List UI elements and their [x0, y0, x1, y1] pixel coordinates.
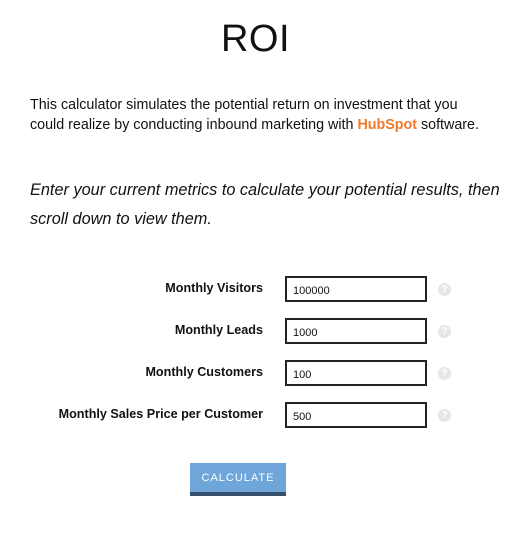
intro-text: This calculator simulates the potential … — [30, 95, 490, 135]
hubspot-link[interactable]: HubSpot — [357, 117, 417, 133]
intro-text-end: software. — [417, 117, 479, 133]
form-row-monthly-leads: Monthly Leads ? — [0, 318, 511, 346]
help-icon[interactable]: ? — [438, 283, 451, 296]
monthly-customers-label: Monthly Customers — [145, 365, 263, 379]
instruction-text: Enter your current metrics to calculate … — [30, 181, 500, 228]
page-title: ROI — [220, 18, 291, 60]
monthly-sales-price-label: Monthly Sales Price per Customer — [58, 407, 263, 421]
form-row-monthly-visitors: Monthly Visitors ? — [0, 276, 511, 304]
help-icon[interactable]: ? — [438, 409, 451, 422]
monthly-leads-input[interactable] — [285, 318, 427, 344]
help-icon[interactable]: ? — [438, 325, 451, 338]
calculate-button[interactable]: CALCULATE — [190, 463, 286, 496]
help-icon[interactable]: ? — [438, 367, 451, 380]
monthly-visitors-input[interactable] — [285, 276, 427, 302]
form-row-monthly-customers: Monthly Customers ? — [0, 360, 511, 388]
monthly-customers-input[interactable] — [285, 360, 427, 386]
monthly-visitors-label: Monthly Visitors — [165, 281, 263, 295]
monthly-sales-price-input[interactable] — [285, 402, 427, 428]
form-row-monthly-sales-price: Monthly Sales Price per Customer ? — [0, 402, 511, 430]
monthly-leads-label: Monthly Leads — [174, 323, 263, 337]
